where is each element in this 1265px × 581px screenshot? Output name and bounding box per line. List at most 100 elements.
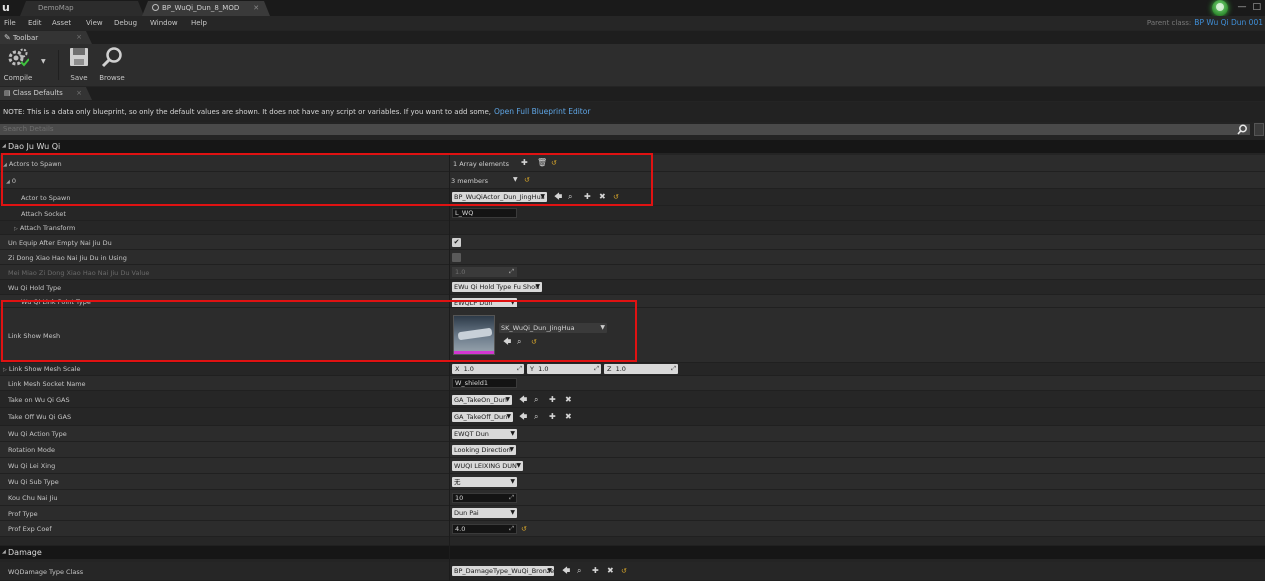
rotation-mode-dropdown[interactable]: Looking Direction ▼ (452, 445, 516, 455)
reset-to-default-icon[interactable]: ↺ (621, 566, 627, 576)
damage-type-class-picker[interactable]: BP_DamageType_WuQi_Bronze ▼ (452, 566, 554, 576)
property-row-rotation-mode: Rotation Mode Looking Direction ▼ (0, 442, 1265, 458)
trash-icon[interactable]: 🗑 (537, 158, 547, 168)
sub-type-dropdown[interactable]: 无 ▼ (452, 477, 517, 487)
property-label: ▷ Link Show Mesh Scale (3, 365, 81, 373)
close-icon[interactable]: × (76, 87, 82, 100)
view-options-icon[interactable] (1254, 123, 1264, 136)
unequip-checkbox[interactable]: ✔ (452, 238, 461, 247)
use-selected-arrow-icon[interactable]: 🡄 (519, 412, 527, 422)
scale-y-input[interactable]: Y 1.0 ⤢ (527, 364, 601, 374)
menu-window[interactable]: Window (150, 16, 178, 30)
element-options-dropdown-icon[interactable]: ▼ (513, 175, 518, 185)
menu-debug[interactable]: Debug (114, 16, 137, 30)
property-row-hold-type: Wu Qi Hold Type EWu Qi Hold Type Fu Shou… (0, 280, 1265, 295)
actor-class-picker[interactable]: BP_WuQiActor_Dun_JingHua ▼ (452, 192, 547, 202)
menu-view[interactable]: View (86, 16, 103, 30)
chevron-down-icon: ▼ (506, 413, 511, 420)
scale-x-input[interactable]: X 1.0 ⤢ (452, 364, 524, 374)
property-label: Kou Chu Nai Jiu (8, 494, 58, 502)
clear-icon[interactable]: ✖ (565, 395, 572, 405)
compile-options-dropdown-icon[interactable]: ▼ (41, 58, 46, 65)
scale-z-input[interactable]: Z 1.0 ⤢ (604, 364, 678, 374)
browse-search-icon[interactable]: ⌕ (517, 337, 521, 347)
category-dao-ju-wu-qi[interactable]: ◢ Dao Ju Wu Qi (0, 140, 1265, 153)
menu-help[interactable]: Help (191, 16, 207, 30)
add-icon[interactable]: ✚ (592, 566, 599, 576)
add-icon[interactable]: ✚ (549, 412, 556, 422)
tab-class-defaults[interactable]: ▤ Class Defaults × (0, 87, 92, 100)
prof-type-dropdown[interactable]: Dun Pai ▼ (452, 508, 517, 518)
parent-class-link[interactable]: BP Wu Qi Dun 001 (1194, 18, 1263, 27)
clear-icon[interactable]: ✖ (607, 566, 614, 576)
reset-to-default-icon[interactable]: ↺ (613, 192, 619, 202)
use-selected-arrow-icon[interactable]: 🡄 (519, 395, 527, 405)
browse-button[interactable]: Browse (97, 46, 127, 82)
browse-search-icon[interactable]: ⌕ (534, 412, 538, 422)
tab-blueprint[interactable]: BP_WuQi_Dun_8_MOD ✕ (142, 1, 270, 16)
lei-xing-dropdown[interactable]: WUQI LEIXING DUN ▼ (452, 461, 523, 471)
property-row-take-on-gas: Take on Wu Qi GAS GA_TakeOn_Dun ▼ 🡄 ⌕ ✚ ✖ (0, 391, 1265, 408)
source-control-status-icon[interactable] (1212, 0, 1228, 16)
save-button[interactable]: Save (66, 46, 92, 82)
mesh-thumbnail[interactable] (453, 315, 495, 355)
take-off-class-picker[interactable]: GA_TakeOff_Dun ▼ (452, 412, 513, 422)
tab-toolbar[interactable]: ✎ Toolbar × (0, 31, 92, 44)
tab-demomap[interactable]: DemoMap (20, 1, 144, 16)
chevron-down-icon: ▼ (535, 283, 540, 290)
category-damage[interactable]: ◢ Damage (0, 546, 1265, 559)
reset-to-default-icon[interactable]: ↺ (551, 158, 557, 168)
expand-triangle-icon[interactable]: ▷ (3, 367, 7, 373)
class-defaults-tab-strip: ▤ Class Defaults × (0, 87, 1265, 101)
drag-spin-icon: ⤢ (594, 365, 599, 372)
add-element-icon[interactable]: ✚ (521, 158, 528, 168)
open-full-blueprint-editor-link[interactable]: Open Full Blueprint Editor (494, 107, 590, 116)
expand-triangle-icon[interactable]: ◢ (3, 162, 7, 168)
take-on-class-picker[interactable]: GA_TakeOn_Dun ▼ (452, 395, 512, 405)
property-label: Attach Socket (21, 210, 66, 218)
reset-to-default-icon[interactable]: ↺ (521, 524, 527, 534)
reset-to-default-icon[interactable]: ↺ (531, 337, 537, 347)
attach-socket-input[interactable]: L_WQ (452, 208, 517, 218)
clear-icon[interactable]: ✖ (599, 192, 606, 202)
use-selected-arrow-icon[interactable]: 🡄 (562, 566, 570, 576)
drag-spin-icon: ⤢ (509, 494, 514, 501)
column-divider[interactable] (449, 155, 450, 581)
search-details-input[interactable]: Search Details (0, 124, 1250, 135)
menu-edit[interactable]: Edit (28, 16, 42, 30)
menu-asset[interactable]: Asset (52, 16, 71, 30)
property-row-element-0: ◢ 0 3 members ▼ ↺ (0, 172, 1265, 189)
collapse-triangle-icon[interactable]: ◢ (2, 546, 6, 559)
close-icon[interactable]: ✕ (253, 4, 259, 12)
browse-search-icon[interactable]: ⌕ (568, 192, 572, 202)
mesh-asset-picker[interactable]: SK_WuQi_Dun_JingHua ▼ (499, 323, 607, 333)
menu-file[interactable]: File (4, 16, 16, 30)
kou-chu-input[interactable]: 10 ⤢ (452, 493, 517, 503)
hold-type-dropdown[interactable]: EWu Qi Hold Type Fu Shou ▼ (452, 282, 542, 292)
chevron-down-icon: ▼ (509, 446, 514, 453)
add-icon[interactable]: ✚ (584, 192, 591, 202)
action-type-dropdown[interactable]: EWQT Dun ▼ (452, 429, 517, 439)
maximize-icon[interactable]: □ (1252, 0, 1261, 16)
compile-button[interactable]: Compile (2, 46, 34, 82)
clear-icon[interactable]: ✖ (565, 412, 572, 422)
expand-triangle-icon[interactable]: ▷ (14, 226, 18, 232)
property-label: Mei Miao Zi Dong Xiao Hao Nai Jiu Du Val… (8, 269, 150, 277)
search-icon[interactable] (1236, 124, 1250, 135)
socket-name-input[interactable]: W_shield1 (452, 378, 517, 388)
add-icon[interactable]: ✚ (549, 395, 556, 405)
close-icon[interactable]: × (76, 31, 82, 44)
use-selected-arrow-icon[interactable]: 🡄 (503, 337, 511, 347)
chevron-down-icon: ▼ (516, 462, 521, 469)
prof-exp-coef-input[interactable]: 4.0 ⤢ (452, 524, 517, 534)
zi-dong-checkbox[interactable] (452, 253, 461, 262)
collapse-triangle-icon[interactable]: ◢ (2, 140, 6, 153)
reset-to-default-icon[interactable]: ↺ (524, 175, 530, 185)
category-label: Dao Ju Wu Qi (8, 142, 61, 151)
minimize-icon[interactable]: — (1237, 0, 1246, 16)
use-selected-arrow-icon[interactable]: 🡄 (554, 192, 562, 202)
expand-triangle-icon[interactable]: ◢ (6, 179, 10, 185)
link-point-type-dropdown[interactable]: EWQLP Dun ▼ (452, 298, 517, 307)
browse-search-icon[interactable]: ⌕ (577, 566, 581, 576)
browse-search-icon[interactable]: ⌕ (534, 395, 538, 405)
